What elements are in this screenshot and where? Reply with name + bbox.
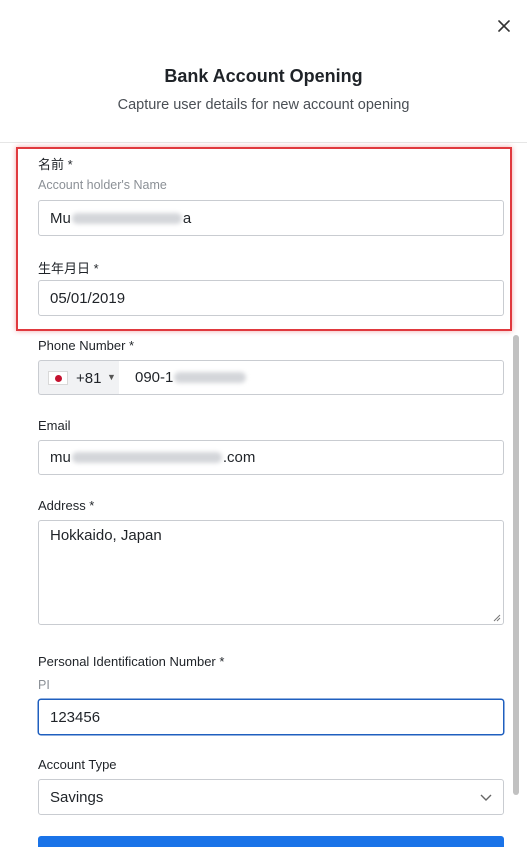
address-label: Address * [38, 498, 95, 513]
pin-value: 123456 [50, 708, 101, 726]
redacted-text [71, 212, 182, 224]
country-code-select[interactable]: +81 ▼ [38, 360, 119, 395]
redacted-text [174, 372, 247, 383]
name-field[interactable]: Mu a [38, 200, 504, 236]
dob-label: 生年月日 * [38, 261, 99, 276]
dialog-title: Bank Account Opening [164, 66, 363, 86]
name-value-prefix: Mu [50, 209, 71, 227]
dial-code: +81 [76, 370, 102, 387]
account-type-label: Account Type [38, 757, 117, 772]
phone-field[interactable]: 090-1 [119, 360, 504, 395]
email-value-prefix: mu [50, 449, 71, 466]
close-icon[interactable] [494, 16, 514, 36]
address-value: Hokkaido, Japan [50, 527, 162, 544]
scrollbar-thumb[interactable] [513, 335, 519, 795]
email-field[interactable]: mu .com [38, 440, 504, 475]
redacted-text [71, 452, 222, 463]
account-opening-dialog: Bank Account Opening Capture user detail… [0, 0, 527, 847]
dob-field[interactable]: 05/01/2019 [38, 280, 504, 316]
dialog-subtitle: Capture user details for new account ope… [117, 97, 410, 113]
account-type-select[interactable]: Savings [38, 779, 504, 815]
pin-label: Personal Identification Number * [38, 654, 225, 669]
submit-button[interactable] [38, 836, 504, 847]
email-value-suffix: .com [222, 449, 256, 466]
email-label: Email [38, 418, 71, 433]
name-label: 名前 * [38, 157, 73, 172]
japan-flag-icon [48, 371, 68, 385]
name-value-suffix: a [182, 209, 192, 227]
chevron-down-icon [480, 794, 492, 801]
account-type-value: Savings [50, 788, 104, 806]
address-textarea[interactable]: Hokkaido, Japan [38, 520, 504, 625]
dob-value: 05/01/2019 [50, 289, 126, 307]
caret-down-icon: ▼ [107, 372, 116, 382]
pin-helper: PI [38, 678, 50, 692]
dialog-header: Bank Account Opening Capture user detail… [0, 0, 527, 143]
phone-label: Phone Number * [38, 338, 135, 353]
resize-handle-icon[interactable] [493, 614, 501, 622]
name-helper: Account holder's Name [38, 178, 167, 192]
phone-value-prefix: 090-1 [135, 369, 174, 386]
pin-field[interactable]: 123456 [38, 699, 504, 735]
